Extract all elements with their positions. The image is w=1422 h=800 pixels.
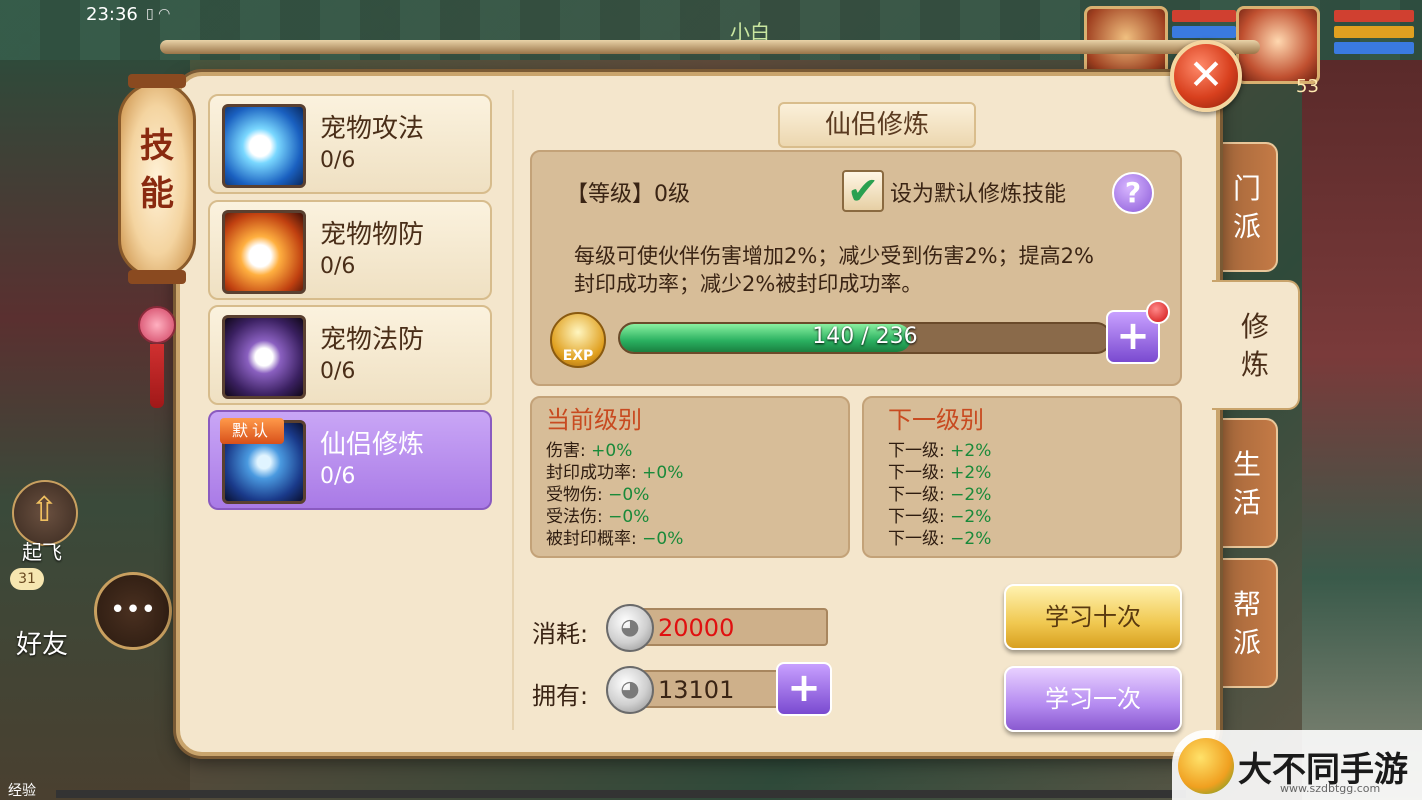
background-right-scene [1302, 60, 1422, 800]
watermark-url: www.szdbtgg.com [1280, 782, 1381, 795]
skill-progress: 0/6 [320, 148, 356, 173]
player-hp-bar [1334, 10, 1414, 22]
panel-title: 技能 [140, 126, 174, 214]
list-divider [512, 90, 514, 730]
default-training-checkbox[interactable]: ✔ [842, 170, 884, 212]
add-silver-button[interactable]: + [776, 662, 832, 716]
skill-item-pet-magic-defense[interactable]: 宠物法防 0/6 [208, 305, 492, 405]
up-arrow-icon: ⇧ [30, 490, 59, 530]
pet-physical-defense-icon [222, 210, 306, 294]
next-level-title: 下一级别 [888, 406, 984, 434]
owned-label: 拥有: [532, 682, 589, 710]
pet-mp-bar [1172, 26, 1236, 38]
skill-level: 【等级】0级 [566, 182, 690, 207]
player-sp-bar [1334, 26, 1414, 38]
cost-label: 消耗: [532, 620, 589, 648]
skill-item-pet-physical-defense[interactable]: 宠物物防 0/6 [208, 200, 492, 300]
player-exp-bar [56, 790, 1186, 798]
current-level-title: 当前级别 [546, 406, 642, 434]
default-tag: 默认 [220, 418, 284, 444]
skill-name: 宠物物防 [320, 220, 425, 250]
skill-progress: 0/6 [320, 464, 356, 489]
notification-dot [1146, 300, 1170, 324]
default-training-label[interactable]: 设为默认修炼技能 [890, 176, 1066, 208]
learn-once-button[interactable]: 学习一次 [1004, 666, 1182, 732]
tab-guild[interactable]: 帮派 [1216, 558, 1278, 688]
pet-level: 53 [1296, 76, 1319, 97]
pet-attack-icon [222, 104, 306, 188]
tassel-string [150, 344, 164, 408]
description-line: 每级可使伙伴伤害增加2%；减少受到伤害2%；提高2% [574, 244, 1094, 268]
skill-item-pet-attack[interactable]: 宠物攻法 0/6 [208, 94, 492, 194]
description-line: 封印成功率；减少2%被封印成功率。 [574, 272, 923, 296]
owned-value: 13101 [658, 676, 735, 704]
exp-label: 经验 [8, 783, 36, 799]
learn-ten-times-button[interactable]: 学习十次 [1004, 584, 1182, 650]
next-stat-row: 下一级: −2% [888, 529, 992, 549]
tab-sect[interactable]: 门派 [1216, 142, 1278, 272]
tab-life[interactable]: 生活 [1216, 418, 1278, 548]
skill-name: 宠物法防 [320, 325, 425, 355]
close-button[interactable]: ✕ [1170, 40, 1242, 112]
silver-coin-icon: ◕ [606, 604, 654, 652]
training-exp-text: 140 / 236 [812, 324, 918, 349]
skill-progress: 0/6 [320, 359, 356, 384]
friends-count-badge: 31 [10, 568, 44, 590]
fly-label: 起飞 [22, 540, 62, 564]
skill-item-companion-training[interactable]: 默认 仙侣修炼 0/6 [208, 410, 492, 510]
skill-name: 仙侣修炼 [320, 430, 425, 460]
lantern-cap [128, 74, 186, 88]
exp-icon: EXP [550, 312, 606, 368]
current-stat-row: 被封印概率: −0% [546, 529, 684, 549]
friends-button[interactable]: 好友 [16, 624, 68, 661]
cost-value: 20000 [658, 614, 735, 642]
chat-button[interactable]: ••• [94, 572, 172, 650]
skill-progress: 0/6 [320, 254, 356, 279]
tassel-knot-icon [138, 306, 176, 344]
skill-name: 宠物攻法 [320, 114, 425, 144]
detail-title: 仙侣修炼 [778, 102, 976, 148]
help-button[interactable]: ? [1112, 172, 1154, 214]
scroll-rod [160, 40, 1260, 54]
chat-bubble-icon: ••• [109, 595, 156, 625]
status-icons: ▯ ◠ [146, 6, 171, 22]
pet-hp-bar [1172, 10, 1236, 22]
lantern-base [128, 270, 186, 284]
checkmark-icon: ✔ [847, 169, 879, 213]
watermark-logo-icon [1178, 738, 1234, 794]
pet-magic-defense-icon [222, 315, 306, 399]
silver-coin-icon: ◕ [606, 666, 654, 714]
status-time: 23:36 [86, 4, 138, 25]
player-mp-bar [1334, 42, 1414, 54]
tab-training[interactable]: 修炼 [1212, 280, 1300, 410]
